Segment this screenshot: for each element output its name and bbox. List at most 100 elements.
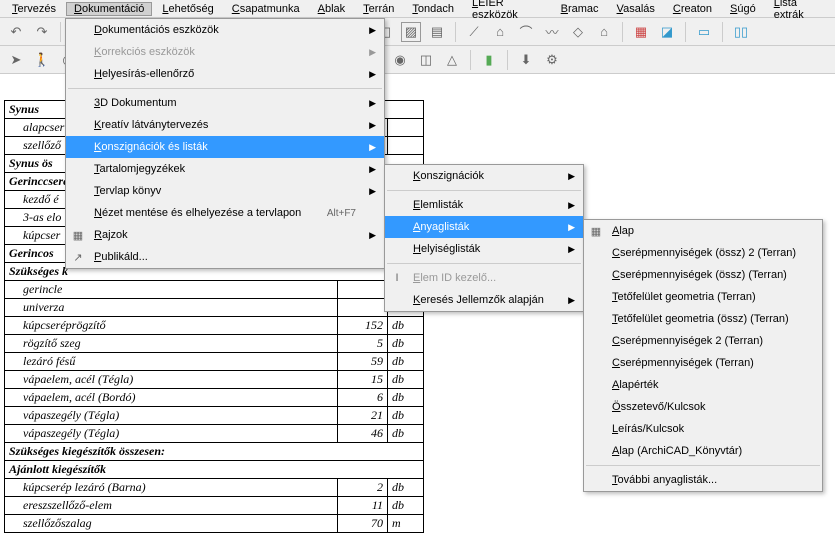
table-row: vápaszegély (Tégla)21db: [5, 407, 424, 425]
chevron-right-icon: ▶: [369, 98, 376, 109]
panel-icon[interactable]: ▯▯: [731, 22, 751, 42]
chevron-right-icon: ▶: [369, 164, 376, 175]
menu-súgó[interactable]: Súgó: [722, 2, 764, 16]
grid-icon[interactable]: ▦: [631, 22, 651, 42]
layers-icon[interactable]: ▤: [427, 22, 447, 42]
chevron-right-icon: ▶: [568, 295, 575, 306]
menu-vasalás[interactable]: Vasalás: [609, 2, 663, 16]
menu-item[interactable]: Nézet mentése és elhelyezése a tervlapon…: [66, 202, 384, 224]
shape-icon[interactable]: ◇: [568, 22, 588, 42]
menu-item[interactable]: Helyesírás-ellenőrző▶: [66, 63, 384, 85]
roof-icon[interactable]: ⌂: [490, 22, 510, 42]
menu-item[interactable]: Cserépmennyiségek (össz) 2 (Terran): [584, 242, 822, 264]
redo-icon[interactable]: ↷: [32, 22, 52, 42]
menu-item[interactable]: Tetőfelület geometria (össz) (Terran): [584, 308, 822, 330]
undo-icon[interactable]: ↶: [6, 22, 26, 42]
menu-item[interactable]: Helyiséglisták▶: [385, 238, 583, 260]
brush-icon[interactable]: ▮: [479, 50, 499, 70]
curve-icon[interactable]: 〰: [542, 22, 562, 42]
menu-item[interactable]: ▦Rajzok▶: [66, 224, 384, 246]
table-row: ereszszellőző-elem11db: [5, 497, 424, 515]
chevron-right-icon: ▶: [369, 142, 376, 153]
konszignaciok-submenu: Konszignációk▶ Elemlisták▶Anyaglisták▶Hel…: [384, 164, 584, 312]
menu-dokumentáció[interactable]: Dokumentáció: [66, 2, 152, 16]
menu-tervezés[interactable]: Tervezés: [4, 2, 64, 16]
menu-item[interactable]: Cserépmennyiségek (össz) (Terran): [584, 264, 822, 286]
menu-item[interactable]: Alap (ArchiCAD_Könyvtár): [584, 440, 822, 462]
menu-item[interactable]: Tervlap könyv▶: [66, 180, 384, 202]
chevron-right-icon: ▶: [369, 69, 376, 80]
cursor-icon[interactable]: ➤: [6, 50, 26, 70]
chevron-right-icon: ▶: [369, 120, 376, 131]
draw-icon[interactable]: ⟋: [464, 22, 484, 42]
table-row: vápaszegély (Tégla)46db: [5, 425, 424, 443]
menu-csapatmunka[interactable]: Csapatmunka: [224, 2, 308, 16]
view3d-icon[interactable]: ◪: [657, 22, 677, 42]
menu-icon: ↗: [70, 249, 86, 265]
menu-item[interactable]: Dokumentációs eszközök▶: [66, 19, 384, 41]
menu-item[interactable]: Összetevő/Kulcsok: [584, 396, 822, 418]
menu-item[interactable]: Konszignációk▶: [385, 165, 583, 187]
drop-icon[interactable]: ⬇: [516, 50, 536, 70]
menu-item[interactable]: Tartalomjegyzékek▶: [66, 158, 384, 180]
menu-terrán[interactable]: Terrán: [355, 2, 402, 16]
menu-item[interactable]: További anyaglisták...: [584, 469, 822, 491]
window-icon[interactable]: ▭: [694, 22, 714, 42]
menu-item[interactable]: Alapérték: [584, 374, 822, 396]
menu-item[interactable]: 3D Dokumentum▶: [66, 92, 384, 114]
menu-item[interactable]: Keresés Jellemzők alapján▶: [385, 289, 583, 311]
table-row: univerza: [5, 299, 424, 317]
house-icon[interactable]: ⌂: [594, 22, 614, 42]
chevron-right-icon: ▶: [568, 200, 575, 211]
menu-lista extrák[interactable]: Lista extrák: [766, 0, 831, 22]
menu-creaton[interactable]: Creaton: [665, 2, 720, 16]
table-row: rögzítő szeg5db: [5, 335, 424, 353]
person-icon[interactable]: 🚶: [32, 50, 52, 70]
dokumentacio-menu: Dokumentációs eszközök▶Korrekciós eszköz…: [65, 18, 385, 269]
menu-item[interactable]: Konszignációk és listák▶: [66, 136, 384, 158]
chevron-right-icon: ▶: [369, 186, 376, 197]
menu-leier eszközök[interactable]: LEIER eszközök: [464, 0, 551, 22]
chevron-right-icon: ▶: [369, 25, 376, 36]
menu-item[interactable]: ↗Publikáld...: [66, 246, 384, 268]
table-row: szellőzőszalag70m: [5, 515, 424, 533]
cube-icon[interactable]: ◫: [416, 50, 436, 70]
arc-icon[interactable]: ⌒: [516, 22, 536, 42]
chevron-right-icon: ▶: [369, 230, 376, 241]
menu-tondach[interactable]: Tondach: [404, 2, 462, 16]
pyramid-icon[interactable]: △: [442, 50, 462, 70]
table-row: kúpcseréprögzítő152db: [5, 317, 424, 335]
list-icon: ▦: [588, 223, 604, 239]
menu-item[interactable]: Tetőfelület geometria (Terran): [584, 286, 822, 308]
table-header: Szükséges kiegészítők összesen:: [5, 443, 424, 461]
menu-item[interactable]: Anyaglisták▶: [385, 216, 583, 238]
gear-icon[interactable]: ⚙: [542, 50, 562, 70]
menu-ablak[interactable]: Ablak: [310, 2, 354, 16]
menu-item[interactable]: ▦Alap: [584, 220, 822, 242]
chevron-right-icon: ▶: [568, 171, 575, 182]
hatch-icon[interactable]: ▨: [401, 22, 421, 42]
menu-icon: I: [389, 270, 405, 286]
menu-item: Korrekciós eszközök▶: [66, 41, 384, 63]
table-row: gerincle: [5, 281, 424, 299]
menubar: TervezésDokumentációLehetőségCsapatmunka…: [0, 0, 835, 18]
chevron-right-icon: ▶: [568, 244, 575, 255]
menu-icon: ▦: [70, 227, 86, 243]
table-row: vápaelem, acél (Tégla)15db: [5, 371, 424, 389]
chevron-right-icon: ▶: [369, 47, 376, 58]
menu-item[interactable]: Kreatív látványtervezés▶: [66, 114, 384, 136]
menu-bramac[interactable]: Bramac: [553, 2, 607, 16]
table-row: vápaelem, acél (Bordó)6db: [5, 389, 424, 407]
menu-lehetőség[interactable]: Lehetőség: [154, 2, 221, 16]
table-row: kúpcserép lezáró (Barna)2db: [5, 479, 424, 497]
table-row: lezáró fésű59db: [5, 353, 424, 371]
anyaglistak-submenu: ▦AlapCserépmennyiségek (össz) 2 (Terran)…: [583, 219, 823, 492]
menu-item[interactable]: Cserépmennyiségek (Terran): [584, 352, 822, 374]
table-header: Ajánlott kiegészítők: [5, 461, 424, 479]
marker-icon[interactable]: ◉: [390, 50, 410, 70]
menu-item[interactable]: Elemlisták▶: [385, 194, 583, 216]
chevron-right-icon: ▶: [568, 222, 575, 233]
menu-item: IElem ID kezelő...: [385, 267, 583, 289]
menu-item[interactable]: Leírás/Kulcsok: [584, 418, 822, 440]
menu-item[interactable]: Cserépmennyiségek 2 (Terran): [584, 330, 822, 352]
